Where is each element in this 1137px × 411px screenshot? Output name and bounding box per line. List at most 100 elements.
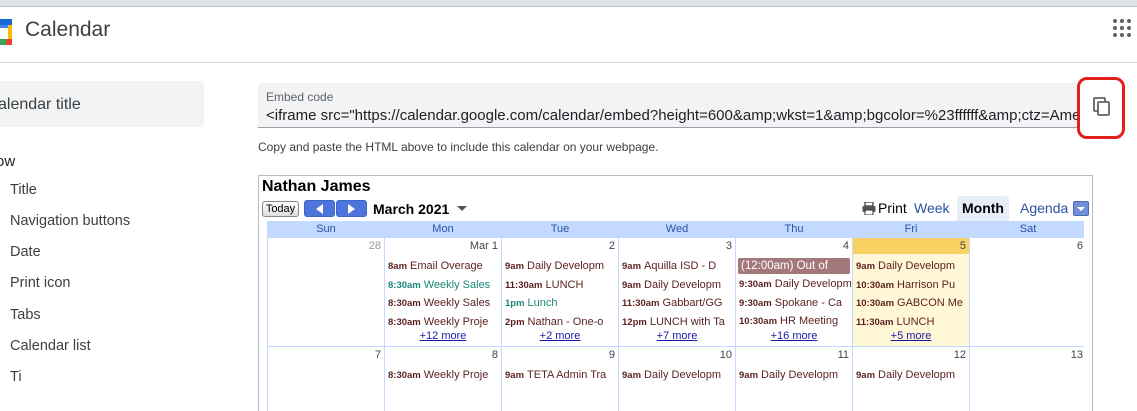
tab-agenda[interactable]: Agenda xyxy=(1015,196,1073,221)
day-cell[interactable]: 9 9am TETA Admin Tra xyxy=(502,347,618,411)
option-navigation-buttons[interactable]: Navigation buttons xyxy=(10,213,130,229)
prev-month-button[interactable] xyxy=(304,200,335,217)
more-events-link[interactable]: +7 more xyxy=(619,330,735,342)
event-time: 10:30am xyxy=(856,298,895,309)
calendar-title-label: alendar title xyxy=(0,96,81,113)
apps-grid-icon[interactable] xyxy=(1113,19,1131,37)
calendar-event[interactable]: 11:30am LUNCH xyxy=(856,315,968,329)
chevron-right-icon xyxy=(348,204,355,214)
day-of-week-header: Wed xyxy=(665,223,689,235)
more-events-link[interactable]: +5 more xyxy=(853,330,969,342)
copy-icon xyxy=(1093,97,1110,116)
month-picker-caret-icon[interactable] xyxy=(457,206,467,211)
event-time: 9am xyxy=(739,370,759,381)
day-cell[interactable]: 6 xyxy=(970,238,1086,346)
calendar-title-checkbox-row[interactable]: alendar title xyxy=(0,81,204,127)
day-of-week-header: Thu xyxy=(784,223,804,235)
more-events-link[interactable]: +2 more xyxy=(502,330,618,342)
calendar-event[interactable]: 9am Daily Developm xyxy=(505,259,617,273)
more-events-link[interactable]: +16 more xyxy=(736,330,852,342)
more-events-link[interactable]: +12 more xyxy=(385,330,501,342)
day-number: 3 xyxy=(725,240,732,252)
option-title[interactable]: Title xyxy=(10,182,37,198)
event-time: 8am xyxy=(388,261,408,272)
event-title: Daily Developm xyxy=(644,278,722,291)
today-button[interactable]: Today xyxy=(262,201,299,217)
day-cell[interactable]: 11 9am Daily Developm xyxy=(736,347,852,411)
event-time: 9am xyxy=(856,261,876,272)
print-label: Print xyxy=(878,200,907,216)
day-number: 28 xyxy=(368,240,381,252)
calendar-event[interactable]: 9am Daily Developm xyxy=(622,368,734,382)
event-time: 2pm xyxy=(505,316,525,328)
event-title: Weekly Proje xyxy=(423,315,489,328)
current-month-label[interactable]: March 2021 xyxy=(373,201,449,217)
day-cell[interactable]: 4 (12:00am) Out of 9:30am Daily Developm 9:3… xyxy=(736,238,852,346)
all-day-event[interactable]: (12:00am) Out of xyxy=(738,258,850,274)
day-cell[interactable]: Mar 1 8am Email Overage 8:30am Weekly Sales 8… xyxy=(385,238,501,346)
calendar-event[interactable]: 2pm Nathan - One-o xyxy=(505,315,617,329)
calendar-event[interactable]: 8:30am Weekly Proje xyxy=(388,315,500,329)
calendar-event[interactable]: 11:30am LUNCH xyxy=(505,278,617,292)
event-title: Weekly Proje xyxy=(423,369,489,381)
option-date[interactable]: Date xyxy=(10,244,41,260)
next-month-button[interactable] xyxy=(336,200,367,217)
browser-bookmark-strip xyxy=(0,0,1137,7)
print-button[interactable]: Print xyxy=(862,200,907,216)
embed-code-field[interactable]: Embed code <iframe src="https://calendar… xyxy=(258,83,1078,128)
event-time: 11:30am xyxy=(856,316,894,328)
calendar-event[interactable]: 9am TETA Admin Tra xyxy=(505,368,617,382)
calendar-event[interactable]: 8am Email Overage xyxy=(388,259,500,273)
option-tabs[interactable]: Tabs xyxy=(10,307,41,323)
day-cell[interactable]: 12 9am Daily Developm xyxy=(853,347,969,411)
calendar-event[interactable]: 12pm LUNCH with Ta xyxy=(622,315,734,329)
chevron-left-icon xyxy=(316,204,323,214)
calendar-event[interactable]: 1pm Lunch xyxy=(505,296,617,310)
copy-embed-button[interactable] xyxy=(1077,77,1125,139)
event-title: LUNCH with Ta xyxy=(649,315,725,328)
event-title: Daily Developm xyxy=(878,369,956,381)
calendar-event[interactable]: 8:30am Weekly Sales xyxy=(388,296,500,310)
calendar-event[interactable]: 9am Daily Developm xyxy=(622,278,734,292)
day-number: 12 xyxy=(953,349,966,361)
option-calendar-list[interactable]: Calendar list xyxy=(10,338,91,354)
day-cell[interactable]: 10 9am Daily Developm xyxy=(619,347,735,411)
tab-menu-button[interactable] xyxy=(1073,201,1089,216)
calendar-preview: Nathan James Today March 2021 Print Week… xyxy=(258,175,1093,411)
calendar-event[interactable]: 9am Daily Developm xyxy=(856,368,968,382)
day-number: Mar 1 xyxy=(469,240,498,252)
calendar-owner-title: Nathan James xyxy=(262,178,371,195)
calendar-event[interactable]: 10:30am HR Meeting xyxy=(739,314,851,328)
day-of-week-header: Fri xyxy=(904,223,918,235)
option-print-icon[interactable]: Print icon xyxy=(10,275,70,291)
calendar-event[interactable]: 8:30am Weekly Proje xyxy=(388,368,500,382)
tab-month[interactable]: Month xyxy=(957,196,1009,221)
day-cell[interactable]: 5 9am Daily Developm 10:30am Harrison Pu 10:3… xyxy=(853,238,969,346)
day-number: 8 xyxy=(491,349,498,361)
day-cell[interactable]: 3 9am Aquilla ISD - D 9am Daily Developm 11:3… xyxy=(619,238,735,346)
app-title: Calendar xyxy=(25,18,111,41)
calendar-event[interactable]: 9:30am Daily Developm xyxy=(739,277,851,291)
app-header: Calendar xyxy=(0,7,1137,63)
event-time: 9am xyxy=(856,370,876,381)
event-time: 1pm xyxy=(505,298,525,309)
tab-week[interactable]: Week xyxy=(909,196,955,221)
calendar-event[interactable]: 9am Daily Developm xyxy=(856,259,968,273)
calendar-event[interactable]: 9am Aquilla ISD - D xyxy=(622,259,734,273)
event-title: Weekly Sales xyxy=(423,278,491,291)
calendar-event[interactable]: 10:30am GABCON Me xyxy=(856,296,968,310)
day-cell[interactable]: 8 8:30am Weekly Proje xyxy=(385,347,501,411)
option-timezone[interactable]: Ti xyxy=(10,369,22,385)
day-cell[interactable]: 2 9am Daily Developm 11:30am LUNCH 1pm Lunch 2p… xyxy=(502,238,618,346)
calendar-event[interactable]: 11:30am Gabbart/GG xyxy=(622,296,734,310)
day-cell[interactable]: 13 xyxy=(970,347,1086,411)
day-cell[interactable]: 28 xyxy=(268,238,384,346)
embed-code-value[interactable]: <iframe src="https://calendar.google.com… xyxy=(266,107,1078,124)
calendar-event[interactable]: 10:30am Harrison Pu xyxy=(856,278,968,292)
calendar-event[interactable]: 8:30am Weekly Sales xyxy=(388,278,500,292)
calendar-event[interactable]: 9:30am Spokane - Ca xyxy=(739,296,851,310)
day-cell[interactable]: 7 xyxy=(268,347,384,411)
event-title: Nathan - One-o xyxy=(527,315,604,328)
calendar-event[interactable]: 9am Daily Developm xyxy=(739,368,851,382)
show-section-heading: ow xyxy=(0,153,16,170)
